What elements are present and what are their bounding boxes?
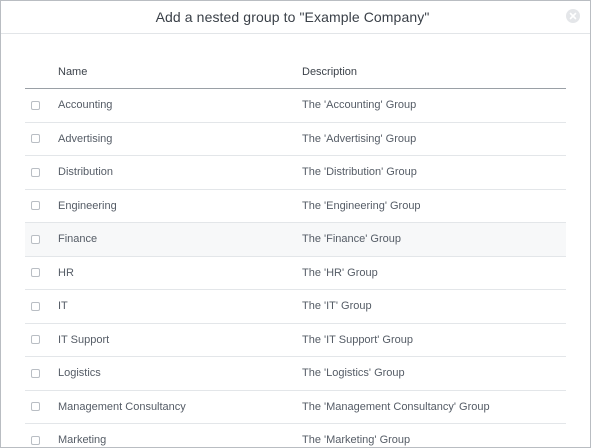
table-row[interactable]: HR The 'HR' Group xyxy=(25,257,566,290)
table-row[interactable]: Management Consultancy The 'Management C… xyxy=(25,391,566,424)
row-checkbox[interactable] xyxy=(31,301,40,311)
group-description: The 'IT' Group xyxy=(302,300,372,313)
group-description: The 'Finance' Group xyxy=(302,233,401,246)
table-row[interactable]: Engineering The 'Engineering' Group xyxy=(25,190,566,223)
row-checkbox[interactable] xyxy=(31,402,40,412)
row-checkbox[interactable] xyxy=(31,368,40,378)
add-nested-group-dialog: Add a nested group to "Example Company" … xyxy=(0,0,591,448)
table-row[interactable]: Accounting The 'Accounting' Group xyxy=(25,89,566,123)
group-name: IT xyxy=(58,300,68,313)
row-checkbox[interactable] xyxy=(31,100,40,110)
table-row[interactable]: Distribution The 'Distribution' Group xyxy=(25,156,566,190)
table-row[interactable]: IT The 'IT' Group xyxy=(25,290,566,324)
close-button[interactable] xyxy=(566,9,580,23)
group-name: Finance xyxy=(58,233,98,246)
group-name: Logistics xyxy=(58,367,101,380)
table-row[interactable]: Advertising The 'Advertising' Group xyxy=(25,123,566,156)
column-header-name: Name xyxy=(58,66,88,78)
group-name: Management Consultancy xyxy=(58,400,186,413)
row-checkbox[interactable] xyxy=(31,268,40,278)
group-description: The 'Engineering' Group xyxy=(302,199,421,212)
dialog-title: Add a nested group to "Example Company" xyxy=(155,9,430,25)
table-row[interactable]: Logistics The 'Logistics' Group xyxy=(25,357,566,391)
group-description: The 'Advertising' Group xyxy=(302,132,417,145)
group-name: HR xyxy=(58,266,74,279)
row-checkbox[interactable] xyxy=(31,435,40,445)
group-name: Engineering xyxy=(58,199,117,212)
group-description: The 'IT Support' Group xyxy=(302,333,413,346)
row-checkbox[interactable] xyxy=(31,234,40,244)
group-name: Distribution xyxy=(58,166,114,179)
column-header-description: Description xyxy=(302,66,358,78)
group-description: The 'HR' Group xyxy=(302,266,378,279)
group-description: The 'Distribution' Group xyxy=(302,166,417,179)
row-checkbox[interactable] xyxy=(31,335,40,345)
group-description: The 'Management Consultancy' Group xyxy=(302,400,490,413)
group-name: Marketing xyxy=(58,434,107,447)
dialog-header: Add a nested group to "Example Company" xyxy=(1,1,590,34)
row-checkbox[interactable] xyxy=(31,167,40,177)
table-header: Name Description xyxy=(25,56,566,89)
groups-table: Name Description Accounting The 'Account… xyxy=(25,56,566,447)
group-description: The 'Logistics' Group xyxy=(302,367,405,380)
table-row[interactable]: Marketing The 'Marketing' Group xyxy=(25,424,566,447)
group-description: The 'Marketing' Group xyxy=(302,434,411,447)
row-checkbox[interactable] xyxy=(31,201,40,211)
table-row[interactable]: Finance The 'Finance' Group xyxy=(25,223,566,257)
close-icon xyxy=(569,12,577,20)
table-row[interactable]: IT Support The 'IT Support' Group xyxy=(25,324,566,357)
row-checkbox[interactable] xyxy=(31,134,40,144)
group-name: IT Support xyxy=(58,333,110,346)
group-name: Advertising xyxy=(58,132,113,145)
group-name: Accounting xyxy=(58,99,113,112)
group-description: The 'Accounting' Group xyxy=(302,99,417,112)
